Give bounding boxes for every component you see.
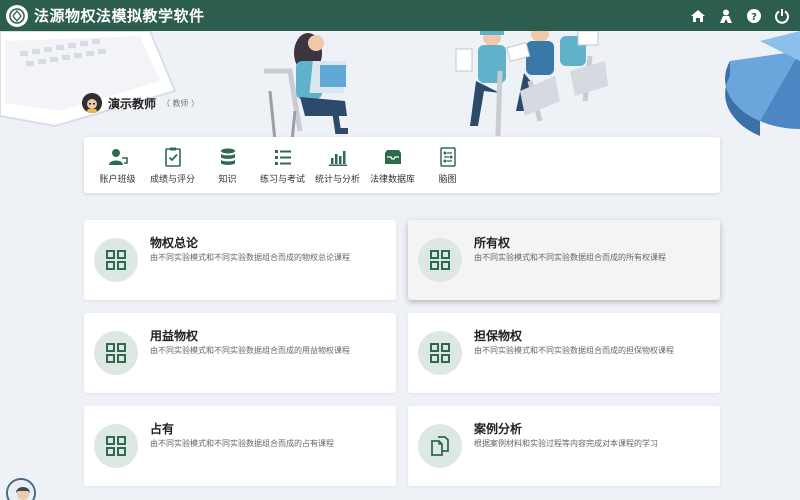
grid-icon	[418, 238, 462, 282]
svg-text:?: ?	[751, 12, 757, 23]
bar-chart-icon	[328, 150, 347, 166]
card-title: 物权总论	[150, 236, 199, 250]
grid-icon	[94, 238, 138, 282]
card-description: 由不同实验模式和不同实验数据组合而成的占有课程	[150, 439, 334, 448]
course-card-security-rights[interactable]: 担保物权 由不同实验模式和不同实验数据组合而成的担保物权课程	[408, 313, 720, 393]
card-description: 由不同实验模式和不同实验数据组合而成的所有权课程	[474, 253, 666, 262]
card-title: 担保物权	[474, 329, 523, 343]
tool-label: 账户班级	[99, 174, 136, 185]
tool-grades[interactable]: 成绩与评分	[145, 137, 200, 193]
card-description: 由不同实验模式和不同实验数据组合而成的物权总论课程	[150, 253, 350, 262]
title-bar: 法源物权法模拟教学软件 ?	[0, 0, 800, 31]
course-card-usufruct[interactable]: 用益物权 由不同实验模式和不同实验数据组合而成的用益物权课程	[84, 313, 396, 393]
hero-illustration	[0, 31, 800, 142]
teacher-info: 演示教师 （ 教师 ）	[82, 93, 199, 113]
copy-files-icon	[418, 424, 462, 468]
card-description: 由不同实验模式和不同实验数据组合而成的担保物权课程	[474, 346, 674, 355]
tool-statistics[interactable]: 统计与分析	[310, 137, 365, 193]
grid-icon	[94, 331, 138, 375]
app-logo-icon	[6, 4, 28, 27]
tool-mindmap[interactable]: 脑图	[420, 137, 475, 193]
course-card-general[interactable]: 物权总论 由不同实验模式和不同实验数据组合而成的物权总论课程	[84, 220, 396, 300]
teacher-name: 演示教师	[108, 96, 157, 111]
database-icon	[220, 148, 235, 165]
list-icon	[274, 149, 291, 165]
tool-label: 法律数据库	[369, 174, 415, 185]
tool-label: 练习与考试	[259, 174, 305, 185]
tool-label: 成绩与评分	[149, 174, 195, 185]
mindmap-icon	[439, 146, 456, 167]
hero-banner: 演示教师 （ 教师 ）	[0, 31, 800, 151]
card-description: 由不同实验模式和不同实验数据组合而成的用益物权课程	[150, 346, 350, 355]
account-class-icon	[108, 148, 128, 165]
teacher-role: （ 教师 ）	[162, 98, 200, 108]
teacher-avatar[interactable]	[82, 93, 102, 113]
inbox-icon	[384, 149, 401, 164]
function-toolbar: 账户班级 成绩与评分 知识 练习与考试 统计与分析 法律数据库 脑图	[84, 137, 720, 193]
card-title: 占有	[150, 422, 175, 436]
tool-label: 统计与分析	[314, 174, 360, 185]
tool-law-database[interactable]: 法律数据库	[365, 137, 420, 193]
card-description: 根据案例材料和实验过程等内容完成对本课程的学习	[474, 439, 658, 448]
card-title: 用益物权	[150, 329, 199, 343]
course-card-case-analysis[interactable]: 案例分析 根据案例材料和实验过程等内容完成对本课程的学习	[408, 406, 720, 486]
power-icon[interactable]	[774, 8, 790, 24]
tool-account-class[interactable]: 账户班级	[90, 137, 145, 193]
card-title: 所有权	[474, 236, 511, 250]
app-title: 法源物权法模拟教学软件	[34, 7, 205, 25]
tool-label: 脑图	[438, 174, 457, 185]
grid-icon	[94, 424, 138, 468]
card-title: 案例分析	[474, 422, 523, 436]
assistant-avatar-button[interactable]	[6, 478, 36, 500]
tool-exercise-exam[interactable]: 练习与考试	[255, 137, 310, 193]
user-icon[interactable]	[718, 8, 734, 24]
course-card-ownership[interactable]: 所有权 由不同实验模式和不同实验数据组合而成的所有权课程	[408, 220, 720, 300]
grade-clipboard-icon	[164, 147, 181, 167]
home-icon[interactable]	[690, 8, 706, 24]
course-card-possession[interactable]: 占有 由不同实验模式和不同实验数据组合而成的占有课程	[84, 406, 396, 486]
help-icon[interactable]: ?	[746, 8, 762, 24]
grid-icon	[418, 331, 462, 375]
tool-knowledge[interactable]: 知识	[200, 137, 255, 193]
tool-label: 知识	[218, 174, 237, 185]
